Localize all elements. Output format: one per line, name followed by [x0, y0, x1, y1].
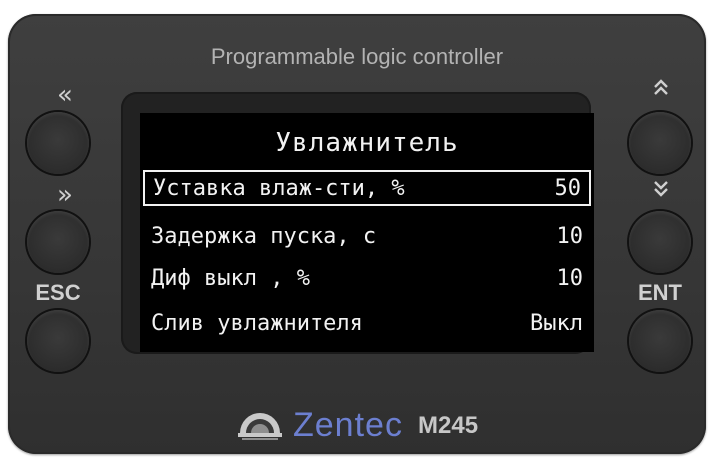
brand-name: Zentec: [293, 406, 403, 444]
down-button[interactable]: [629, 211, 691, 273]
row-label: Уставка влаж-сти, %: [153, 176, 405, 201]
menu-row-off-differential[interactable]: Диф выкл , % 10: [143, 262, 591, 298]
row-label: Диф выкл , %: [151, 266, 310, 291]
menu-row-humidity-setpoint[interactable]: Уставка влаж-сти, % 50: [143, 170, 591, 206]
left-mid-button[interactable]: [27, 211, 89, 273]
up-double-chevron-icon: [631, 78, 691, 98]
brand-bar: Zentec M245: [8, 406, 706, 446]
row-value: Выкл: [530, 311, 583, 336]
row-value: 10: [556, 224, 584, 249]
lcd-screen: Увлажнитель Уставка влаж-сти, % 50 Задер…: [140, 113, 594, 352]
up-button[interactable]: [629, 112, 691, 174]
ent-button[interactable]: [629, 310, 691, 372]
menu-row-humidifier-drain[interactable]: Слив увлажнителя Выкл: [143, 307, 591, 343]
zentec-logo-icon: [236, 407, 284, 445]
ent-label: ENT: [638, 280, 682, 305]
row-value: 10: [556, 266, 584, 291]
esc-label: ESC: [35, 280, 81, 305]
esc-button[interactable]: [27, 310, 89, 372]
row-value: 50: [554, 176, 582, 201]
device-title: Programmable logic controller: [210, 44, 504, 69]
right-double-arrow-icon: »: [57, 180, 73, 210]
row-label: Слив увлажнителя: [151, 311, 363, 336]
row-label: Задержка пуска, с: [151, 224, 377, 249]
left-top-button[interactable]: [27, 112, 89, 174]
menu-row-start-delay[interactable]: Задержка пуска, с 10: [143, 220, 591, 256]
down-double-chevron-icon: [631, 178, 691, 198]
model-number: M245: [418, 411, 479, 439]
left-double-arrow-icon: «: [57, 80, 73, 110]
screen-title: Увлажнитель: [275, 128, 459, 158]
